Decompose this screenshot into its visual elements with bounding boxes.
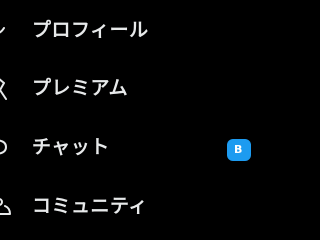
- communities-icon: [0, 184, 24, 228]
- menu-item-chat[interactable]: チャット: [0, 125, 240, 169]
- menu-item-label: チャット: [32, 136, 110, 158]
- menu-item-profile[interactable]: プロフィール: [0, 8, 240, 52]
- premium-icon: [0, 66, 24, 110]
- chat-badge[interactable]: B: [227, 139, 251, 161]
- menu-item-label: コミュニティ: [32, 195, 148, 217]
- menu-item-premium[interactable]: プレミアム: [0, 66, 240, 110]
- menu-item-communities[interactable]: コミュニティ: [0, 184, 240, 228]
- chat-icon: [0, 125, 24, 169]
- side-menu: プロフィール プレミアム チャット コミュニティ B: [0, 0, 251, 240]
- menu-item-label: プレミアム: [32, 77, 129, 99]
- profile-icon: [0, 8, 24, 52]
- menu-item-label: プロフィール: [32, 19, 149, 41]
